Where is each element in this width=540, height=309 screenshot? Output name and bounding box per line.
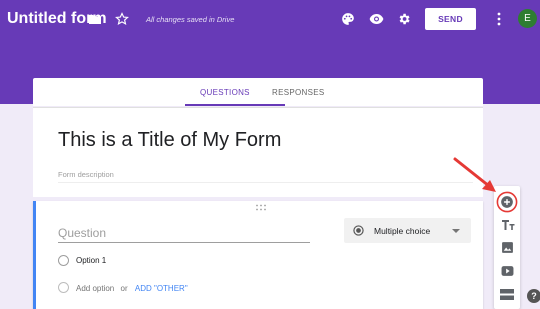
add-option-radio-icon (58, 282, 69, 293)
option-radio-icon (58, 255, 69, 266)
annotation-arrow (453, 157, 496, 192)
question-type-dropdown[interactable]: Multiple choice (344, 218, 471, 243)
add-image-icon[interactable] (501, 241, 514, 254)
radio-checked-icon (353, 225, 364, 236)
form-description-field[interactable]: Form description (58, 170, 114, 179)
add-title-icon[interactable] (501, 219, 515, 231)
palette-icon[interactable] (341, 12, 355, 26)
tab-questions[interactable]: QUESTIONS (200, 88, 250, 97)
drag-handle-icon[interactable] (255, 204, 267, 211)
question-title-input[interactable]: Question (58, 226, 308, 242)
star-icon[interactable] (115, 12, 129, 26)
active-tab-indicator (185, 104, 285, 106)
add-section-icon[interactable] (500, 289, 514, 300)
send-button[interactable]: SEND (425, 8, 476, 30)
question-underline (58, 242, 310, 243)
tabs-bar: QUESTIONS RESPONSES (33, 78, 483, 106)
settings-gear-icon[interactable] (397, 12, 411, 26)
add-other-link[interactable]: ADD "OTHER" (135, 284, 188, 293)
dropdown-arrow-icon (452, 229, 460, 233)
avatar[interactable]: E (518, 9, 537, 28)
add-option-row: Add option or ADD "OTHER" (76, 284, 188, 293)
add-video-icon[interactable] (501, 265, 514, 277)
add-option-link[interactable]: Add option (76, 284, 114, 293)
form-title[interactable]: This is a Title of My Form (58, 129, 281, 152)
or-label: or (120, 284, 128, 293)
form-header-card: This is a Title of My Form Form descript… (33, 107, 483, 197)
form-description-underline (58, 182, 473, 183)
more-vert-icon[interactable] (496, 12, 502, 26)
save-status: All changes saved in Drive (146, 15, 235, 24)
question-type-label: Multiple choice (374, 226, 431, 236)
help-icon[interactable]: ? (527, 289, 540, 303)
tab-responses[interactable]: RESPONSES (272, 88, 325, 97)
option-label[interactable]: Option 1 (76, 256, 106, 265)
folder-icon[interactable] (88, 13, 102, 25)
preview-eye-icon[interactable] (369, 13, 384, 25)
